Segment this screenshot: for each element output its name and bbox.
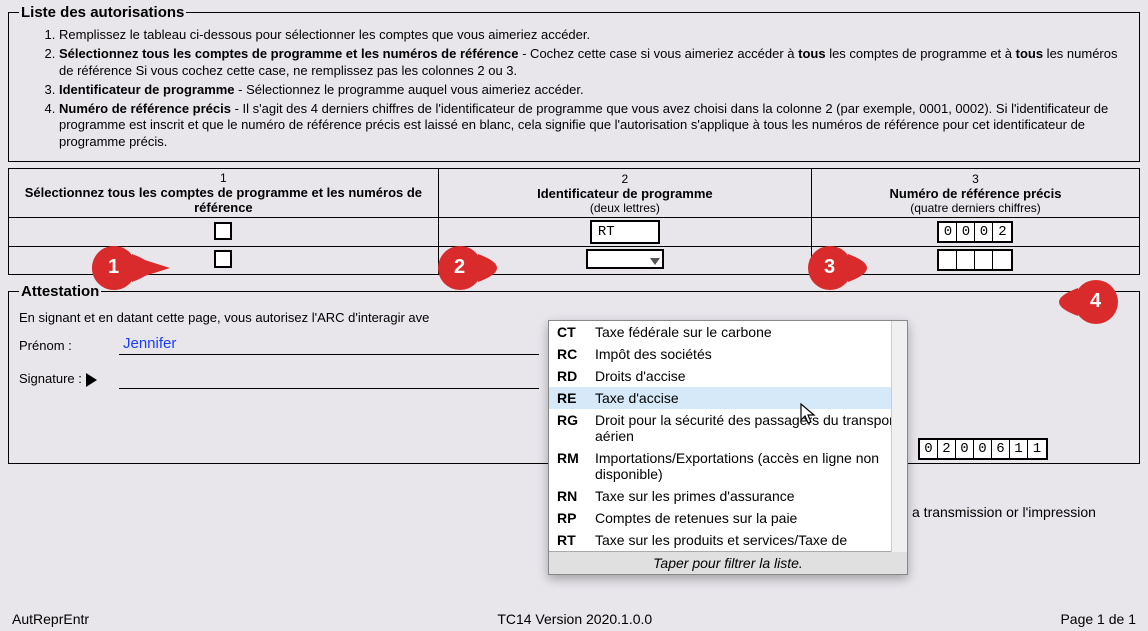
signature-field[interactable] — [119, 369, 539, 389]
option-rc[interactable]: RCImpôt des sociétés — [549, 343, 907, 365]
play-icon — [86, 373, 97, 387]
callout-pin-1: 1 — [92, 246, 170, 290]
table-row — [9, 247, 1140, 275]
option-rg[interactable]: RGDroit pour la sécurité des passagers d… — [549, 409, 907, 447]
prenom-label: Prénom : — [19, 338, 119, 353]
callout-pin-2: 2 — [438, 246, 516, 290]
reference-number-input-row1[interactable]: 0 0 0 2 — [937, 221, 1013, 243]
instruction-1: Remplissez le tableau ci-dessous pour sé… — [59, 27, 1129, 44]
transmission-text: a transmission or l'impression — [912, 504, 1096, 520]
select-all-checkbox-row1[interactable] — [214, 222, 232, 240]
option-rp[interactable]: RPComptes de retenues sur la paie — [549, 507, 907, 529]
instruction-2: Sélectionnez tous les comptes de program… — [59, 46, 1129, 80]
prenom-field[interactable]: Jennifer — [119, 335, 539, 355]
option-rt[interactable]: RTTaxe sur les produits et services/Taxe… — [549, 529, 907, 551]
select-all-checkbox-row2[interactable] — [214, 250, 232, 268]
col1-header: 1 Sélectionnez tous les comptes de progr… — [9, 169, 439, 218]
table-row: RT 0 0 0 2 — [9, 218, 1140, 247]
page-footer: AutReprEntr TC14 Version 2020.1.0.0 Page… — [12, 611, 1136, 627]
autorisations-legend: Liste des autorisations — [19, 4, 186, 21]
program-id-input-row1[interactable]: RT — [590, 220, 660, 244]
instruction-3: Identificateur de programme - Sélectionn… — [59, 82, 1129, 99]
date-field[interactable]: 0 2 0 0 6 1 1 — [918, 438, 1048, 460]
option-re[interactable]: RETaxe d'accise — [549, 387, 907, 409]
instruction-list: Remplissez le tableau ci-dessous pour sé… — [19, 27, 1129, 151]
option-ct[interactable]: CTTaxe fédérale sur le carbone — [549, 321, 907, 343]
autorisations-fieldset: Liste des autorisations Remplissez le ta… — [8, 4, 1140, 162]
autorisations-table: 1 Sélectionnez tous les comptes de progr… — [8, 168, 1140, 275]
dropdown-scrollbar[interactable] — [891, 321, 907, 552]
dropdown-hint: Taper pour filtrer la liste. — [549, 551, 907, 574]
signature-label: Signature : — [19, 371, 119, 387]
attestation-legend: Attestation — [19, 283, 101, 300]
footer-center: TC14 Version 2020.1.0.0 — [497, 611, 652, 627]
callout-pin-4: 4 — [1040, 280, 1118, 324]
footer-left: AutReprEntr — [12, 611, 89, 627]
program-id-dropdown-list[interactable]: CTTaxe fédérale sur le carbone RCImpôt d… — [548, 320, 908, 575]
reference-number-input-row2[interactable] — [937, 249, 1013, 271]
callout-pin-3: 3 — [808, 246, 886, 290]
option-rd[interactable]: RDDroits d'accise — [549, 365, 907, 387]
option-rn[interactable]: RNTaxe sur les primes d'assurance — [549, 485, 907, 507]
option-rm[interactable]: RMImportations/Exportations (accès en li… — [549, 447, 907, 485]
col2-header: 2 Identificateur de programme (deux lett… — [438, 169, 811, 218]
footer-right: Page 1 de 1 — [1060, 611, 1136, 627]
chevron-down-icon — [650, 258, 660, 265]
program-id-dropdown-row2[interactable] — [586, 249, 664, 269]
instruction-4: Numéro de référence précis - Il s'agit d… — [59, 101, 1129, 152]
col3-header: 3 Numéro de référence précis (quatre der… — [811, 169, 1139, 218]
